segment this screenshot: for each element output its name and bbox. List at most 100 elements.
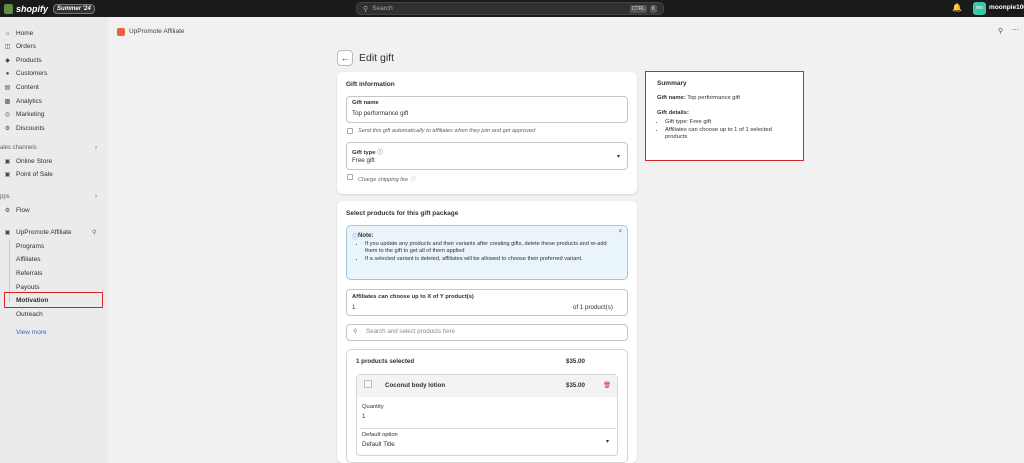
note-item: If a selected variant is deleted, affili… — [365, 256, 615, 263]
arrow-left-icon: ← — [340, 53, 350, 63]
pos-icon: ▣ — [4, 172, 11, 178]
summary-gift-name-label: Gift name: — [657, 95, 686, 101]
quantity-label: Quantity — [362, 404, 384, 410]
nav-label: Affiliates — [16, 256, 41, 263]
nav-label: Analytics — [16, 98, 43, 105]
store-icon: ▣ — [4, 159, 11, 165]
summary-details-label: Gift details: — [657, 110, 689, 116]
limit-label: Affiliates can choose up to X of Y produ… — [352, 294, 474, 300]
product-price: $35.00 — [566, 382, 585, 389]
nav-customers[interactable]: ● Customers — [0, 70, 48, 77]
nav-marketing[interactable]: ◎ Marketing — [0, 111, 45, 118]
analytics-icon: ▩ — [4, 99, 11, 105]
shipping-fee-label: Charge shipping fee ⓘ — [358, 175, 415, 183]
gift-type-label: Gift type ⓘ — [352, 147, 383, 156]
nav-label: Orders — [16, 43, 36, 50]
gift-type-value: Free gift — [352, 157, 375, 164]
quantity-value[interactable]: 1 — [362, 413, 365, 420]
marketing-icon: ◎ — [4, 112, 11, 118]
gift-name-value: Top performance gift — [352, 110, 409, 117]
summary-details-list: Gift type: Free gift Affiliates can choo… — [665, 119, 795, 142]
nav-products[interactable]: ◆ Products — [0, 57, 41, 64]
info-icon: ⓘ — [377, 150, 383, 156]
gift-type-label-text: Gift type — [352, 150, 376, 156]
nav-label: Home — [16, 30, 34, 37]
flow-icon: ⚙ — [4, 208, 11, 214]
orders-icon: ◫ — [4, 44, 11, 50]
summary-gift-name-value: Top performance gift — [687, 95, 741, 101]
auto-send-label: Send this gift automatically to affiliat… — [358, 128, 536, 134]
nav-label: Point of Sale — [16, 171, 53, 178]
shortcut-ctrl: CTRL — [629, 5, 647, 13]
products-heading: Select products for this gift package — [346, 210, 459, 217]
nav-label: Content — [16, 84, 39, 91]
selected-total: $35.00 — [566, 358, 585, 365]
highlight-motivation — [4, 292, 103, 308]
limit-suffix: of 1 product(s) — [573, 304, 613, 311]
product-name: Coconut body lotion — [385, 382, 446, 389]
nav-label: Online Store — [16, 158, 53, 165]
nav-referrals[interactable]: Referrals — [16, 270, 42, 277]
gift-information-heading: Gift information — [346, 81, 395, 88]
discount-icon: ⚙ — [4, 126, 11, 132]
notification-bell-icon[interactable]: 🔔 — [952, 3, 962, 12]
search-icon: ⚲ — [353, 328, 358, 335]
nav-orders[interactable]: ◫ Orders — [0, 43, 36, 50]
note-banner: ⓘ Note: If you update any products and t… — [346, 225, 628, 280]
limit-value: 1 — [352, 304, 356, 311]
nav-programs[interactable]: Programs — [16, 243, 44, 250]
nav-label: Customers — [16, 70, 48, 77]
nav-flow[interactable]: ⚙ Flow — [0, 207, 30, 214]
shopify-logo[interactable]: shopify Summer '24 — [4, 3, 95, 14]
product-image-placeholder — [364, 380, 372, 388]
nav-label: Flow — [16, 207, 30, 214]
nav-uppromote[interactable]: ▣ UpPromote Affiliate — [0, 229, 72, 236]
info-icon: ⓘ — [409, 177, 416, 183]
summary-detail: Affiliates can choose up to 1 of 1 selec… — [665, 127, 795, 142]
tag-icon: ◆ — [5, 58, 10, 64]
apps-header[interactable]: pps › — [0, 194, 108, 200]
app-icon: ▣ — [4, 230, 11, 236]
person-icon: ● — [5, 70, 10, 77]
nav-content[interactable]: ▤ Content — [0, 84, 39, 91]
nav-affiliates[interactable]: Affiliates — [16, 256, 40, 263]
trash-icon[interactable]: 🗑 — [603, 381, 611, 389]
nav-label: Marketing — [16, 111, 45, 118]
avatar[interactable]: mo — [973, 2, 986, 15]
sales-channels-header[interactable]: ales channels › — [0, 145, 108, 151]
note-item: If you update any products and their var… — [365, 241, 615, 256]
nav-outreach[interactable]: Outreach — [16, 311, 43, 318]
nav-analytics[interactable]: ▩ Analytics — [0, 98, 42, 105]
nav-point-of-sale[interactable]: ▣ Point of Sale — [0, 171, 53, 178]
nav-payouts[interactable]: Payouts — [16, 284, 40, 291]
selected-count: 1 products selected — [356, 358, 415, 365]
global-search[interactable]: ⚲ Search CTRL K — [356, 2, 664, 15]
shopify-bag-icon — [4, 3, 13, 14]
shipping-fee-checkbox[interactable] — [347, 174, 353, 180]
back-button[interactable]: ← — [337, 50, 353, 66]
product-search-placeholder: Search and select products here — [366, 328, 456, 335]
nav-label: Payouts — [16, 284, 40, 291]
username[interactable]: moonpie106 — [989, 4, 1024, 11]
section-label: pps — [0, 194, 10, 200]
page-title: Edit gift — [359, 52, 395, 64]
shortcut-k: K — [649, 5, 657, 13]
nav-label: View more — [16, 329, 47, 336]
view-more-link[interactable]: View more — [16, 329, 47, 336]
edition-badge[interactable]: Summer '24 — [53, 3, 95, 14]
nav-online-store[interactable]: ▣ Online Store — [0, 158, 52, 165]
chevron-right-icon: › — [95, 145, 97, 151]
default-option-value[interactable]: Default Title — [362, 441, 395, 448]
caret-down-icon: ▾ — [606, 439, 610, 445]
shipping-fee-label-text: Charge shipping fee — [358, 177, 409, 183]
nav-home[interactable]: ⌂ Home — [0, 30, 34, 37]
more-actions-icon[interactable]: ⋯ — [1012, 26, 1019, 34]
pin-icon[interactable]: ⚲ — [92, 229, 96, 236]
default-option-label: Default option — [362, 432, 398, 438]
gift-type-select[interactable] — [346, 142, 628, 170]
close-icon[interactable]: × — [618, 229, 622, 235]
pin-icon[interactable]: ⚲ — [998, 27, 1003, 35]
nav-discounts[interactable]: ⚙ Discounts — [0, 125, 45, 132]
auto-send-checkbox[interactable] — [347, 128, 353, 134]
uppromote-app-icon — [117, 28, 125, 36]
